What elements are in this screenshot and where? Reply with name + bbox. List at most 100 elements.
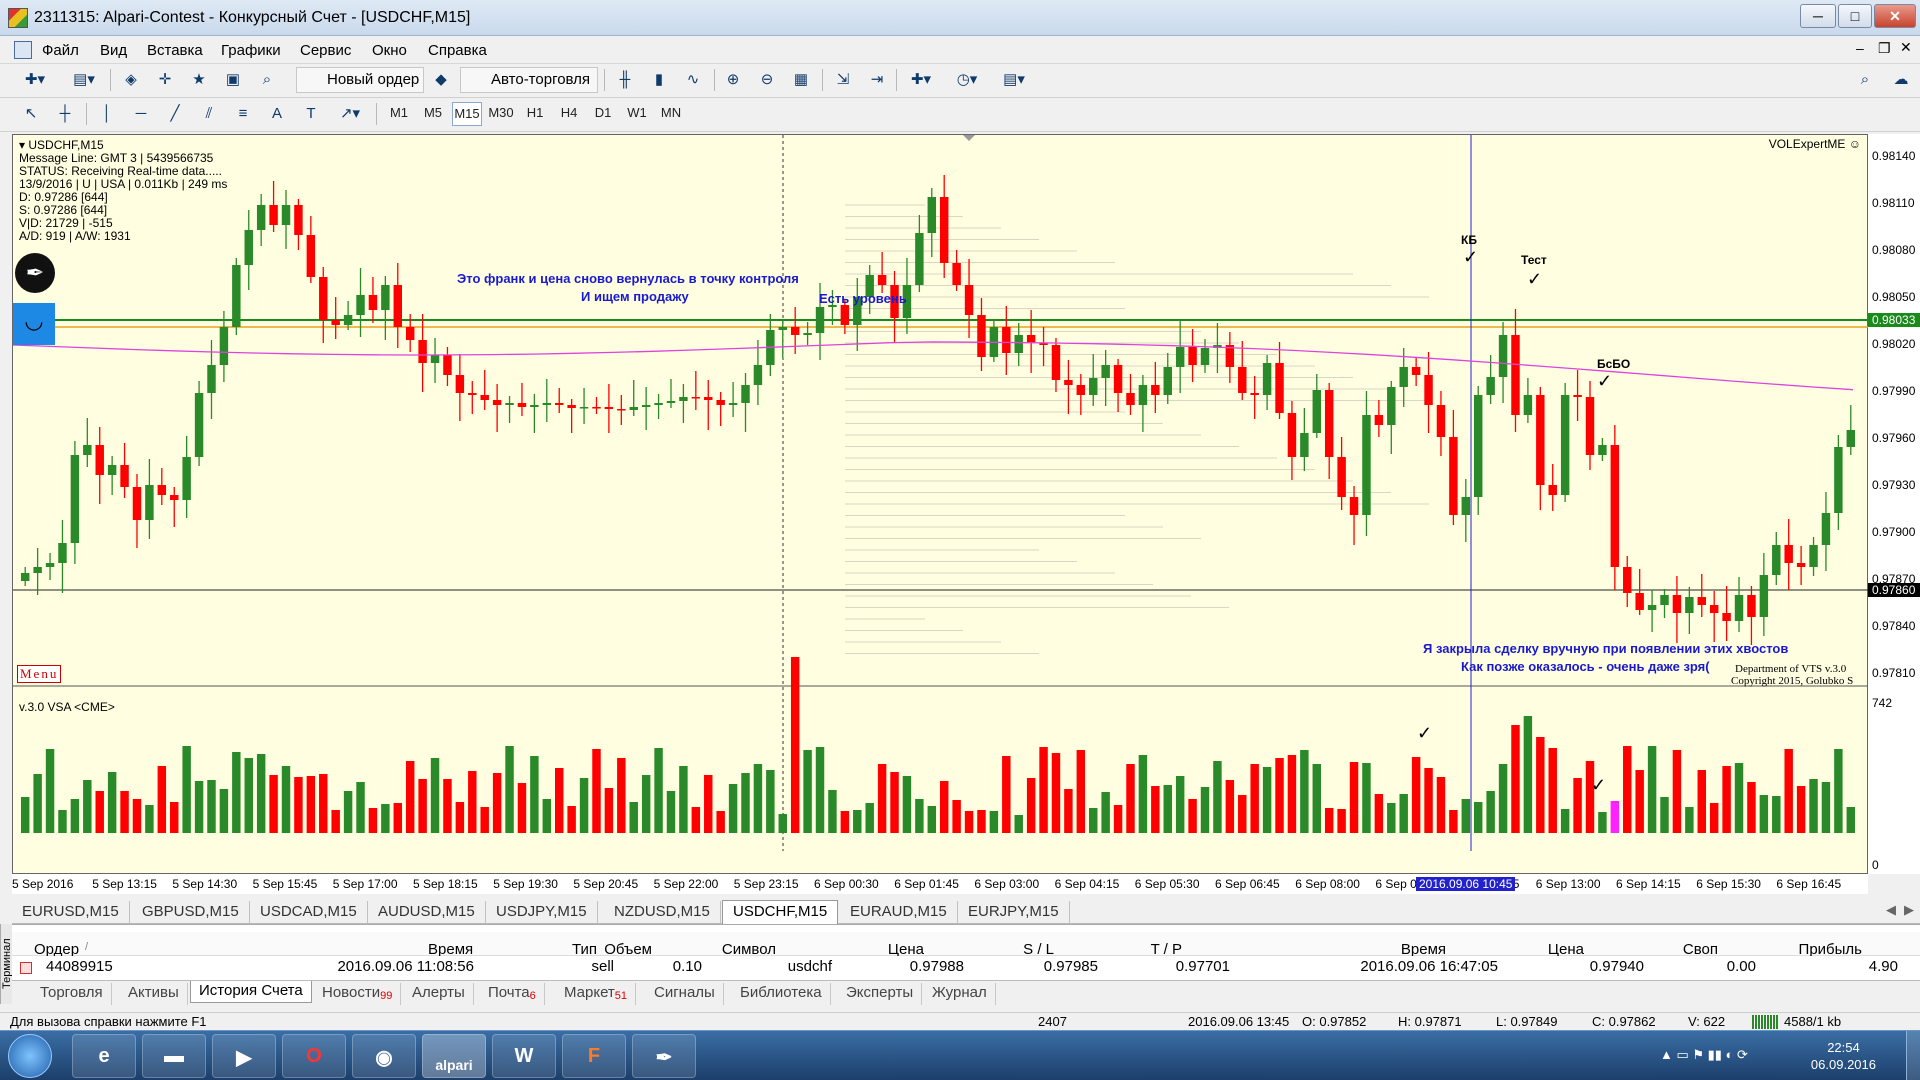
new-order-button[interactable]: Новый ордер	[296, 67, 424, 93]
symbol-tab[interactable]: EURUSD,M15	[12, 901, 130, 923]
timeframe-h4[interactable]: H4	[554, 102, 584, 126]
connection-icon[interactable]	[1752, 1015, 1778, 1029]
terminal-tab[interactable]: Торговля	[32, 983, 112, 1005]
zoom-in-icon[interactable]: ⊕	[720, 67, 746, 93]
menu-tools[interactable]: Сервис	[300, 42, 351, 59]
clock[interactable]: 22:54 06.09.2016	[1811, 1039, 1876, 1073]
word-icon[interactable]: W	[492, 1034, 556, 1078]
line-chart-icon[interactable]: ∿	[680, 67, 706, 93]
terminal-tab[interactable]: Алерты	[404, 983, 474, 1005]
symbol-tab[interactable]: EURJPY,M15	[958, 901, 1070, 923]
symbol-tab[interactable]: EURAUD,M15	[840, 901, 958, 923]
fibonacci-icon[interactable]: ≡	[230, 101, 256, 127]
terminal-tab[interactable]: Новости99	[314, 983, 402, 1005]
menu-view[interactable]: Вид	[100, 42, 127, 59]
media-player-icon[interactable]: ▶	[212, 1034, 276, 1078]
zoom-out-icon[interactable]: ⊖	[754, 67, 780, 93]
autoscroll-icon[interactable]: ⇲	[830, 67, 856, 93]
time-axis[interactable]: 5 Sep 2016 5 Sep 13:15 5 Sep 14:30 5 Sep 15…	[12, 874, 1868, 894]
timeframe-m15[interactable]: M15	[452, 102, 482, 126]
candlestick-icon[interactable]: ▮	[646, 67, 672, 93]
menu-help[interactable]: Справка	[428, 42, 487, 59]
cursor-icon[interactable]: ↖	[18, 101, 44, 127]
timeframe-m1[interactable]: M1	[384, 102, 414, 126]
profiles-icon[interactable]: ▤▾	[64, 67, 104, 93]
mdi-minimize-icon[interactable]: –	[1856, 40, 1864, 56]
vertical-line-icon[interactable]: │	[94, 101, 120, 127]
menu-window[interactable]: Окно	[372, 42, 407, 59]
timeframe-m30[interactable]: M30	[486, 102, 516, 126]
opera-icon[interactable]: O	[282, 1034, 346, 1078]
mdi-restore-icon[interactable]: ❐	[1878, 40, 1891, 57]
menu-insert[interactable]: Вставка	[147, 42, 203, 59]
metaeditor-icon[interactable]: ◆	[428, 67, 454, 93]
tile-windows-icon[interactable]: ▦	[788, 67, 814, 93]
terminal-tab[interactable]: Активы	[120, 983, 188, 1005]
symbol-tab[interactable]: AUDUSD,M15	[368, 901, 486, 923]
timeframe-w1[interactable]: W1	[622, 102, 652, 126]
horizontal-line-icon[interactable]: ─	[128, 101, 154, 127]
text-label-icon[interactable]: T	[298, 101, 324, 127]
auto-trading-button[interactable]: Авто-торговля	[460, 67, 598, 93]
favorites-icon[interactable]: ★	[186, 67, 212, 93]
symbol-tab[interactable]: USDCHF,M15	[722, 900, 839, 924]
navigator-icon[interactable]: ✛	[152, 67, 178, 93]
symbol-tab[interactable]: USDJPY,M15	[486, 901, 598, 923]
timeframe-m5[interactable]: M5	[418, 102, 448, 126]
chat-icon[interactable]: ☁	[1886, 67, 1916, 93]
terminal-tab[interactable]: Журнал	[924, 983, 996, 1005]
terminal-tab[interactable]: Эксперты	[838, 983, 923, 1005]
alpari-icon[interactable]: alpari	[422, 1034, 486, 1078]
templates-icon[interactable]: ▤▾	[994, 67, 1034, 93]
mdi-close-icon[interactable]: ✕	[1900, 39, 1912, 56]
tray-icons[interactable]: ▲ ▭ ⚑ ▮▮ ◐ ⟳	[1660, 1047, 1748, 1063]
terminal-tab[interactable]: История Счета	[190, 981, 312, 1003]
ie-icon[interactable]: e	[72, 1034, 136, 1078]
logo-pen-icon[interactable]: ✒	[15, 253, 55, 293]
column-header[interactable]: /	[85, 941, 88, 953]
trend-line-icon[interactable]: ╱	[162, 101, 188, 127]
chart-area[interactable]: ▾ USDCHF,M15 Message Line: GMT 3 | 54395…	[12, 134, 1869, 874]
explorer-icon[interactable]: ▬	[142, 1034, 206, 1078]
bar-chart-icon[interactable]: ╫	[612, 67, 638, 93]
smile-icon[interactable]: ◡	[13, 303, 55, 345]
timeframe-d1[interactable]: D1	[588, 102, 618, 126]
timeframe-mn[interactable]: MN	[656, 102, 686, 126]
chrome-icon[interactable]: ◉	[352, 1034, 416, 1078]
market-watch-icon[interactable]: ◈	[118, 67, 144, 93]
tab-scroll-right-icon[interactable]: ▶	[1904, 902, 1914, 918]
document-icon[interactable]	[14, 41, 32, 59]
terminal-tab[interactable]: Библиотека	[732, 983, 831, 1005]
show-desktop-button[interactable]	[1906, 1031, 1920, 1080]
symbol-tab[interactable]: NZDUSD,M15	[604, 901, 721, 923]
text-icon[interactable]: A	[264, 101, 290, 127]
menu-file[interactable]: Файл	[42, 42, 79, 59]
minimize-button[interactable]: ─	[1800, 4, 1836, 28]
terminal-tab[interactable]: Маркет51	[556, 983, 637, 1005]
tester-icon[interactable]: ⌕	[254, 67, 280, 93]
arrows-icon[interactable]: ↗▾	[332, 101, 368, 127]
new-chart-icon[interactable]: ✚▾	[16, 67, 54, 93]
terminal-tab[interactable]: Почта6	[480, 983, 545, 1005]
crosshair-icon[interactable]: ┼	[52, 101, 78, 127]
indicators-icon[interactable]: ✚▾	[902, 67, 940, 93]
chart-shift-icon[interactable]: ⇥	[864, 67, 890, 93]
symbol-tab[interactable]: USDCAD,M15	[250, 901, 368, 923]
start-button[interactable]	[8, 1034, 52, 1078]
symbol-tab[interactable]: GBPUSD,M15	[132, 901, 250, 923]
table-row[interactable]: 44089915 2016.09.06 11:08:56 sell 0.10 usdch…	[12, 956, 1920, 980]
close-button[interactable]: ✕	[1874, 4, 1916, 28]
menu-button[interactable]: Menu	[17, 665, 62, 683]
maximize-button[interactable]: □	[1838, 4, 1872, 28]
periods-icon[interactable]: ◷▾	[948, 67, 986, 93]
channel-icon[interactable]: ⫽	[196, 101, 222, 127]
terminal-tab[interactable]: Сигналы	[646, 983, 724, 1005]
pen-app-icon[interactable]: ✒	[632, 1034, 696, 1078]
terminal-icon[interactable]: ▣	[220, 67, 246, 93]
timeframe-h1[interactable]: H1	[520, 102, 550, 126]
terminal-side-label[interactable]: Терминал	[0, 924, 13, 1004]
tab-scroll-left-icon[interactable]: ◀	[1886, 902, 1896, 918]
menu-charts[interactable]: Графики	[221, 42, 281, 59]
search-icon[interactable]: ⌕	[1852, 67, 1878, 93]
price-scale[interactable]: 0.98140 0.98110 0.98080 0.98050 0.98020 0.979…	[1868, 134, 1920, 874]
